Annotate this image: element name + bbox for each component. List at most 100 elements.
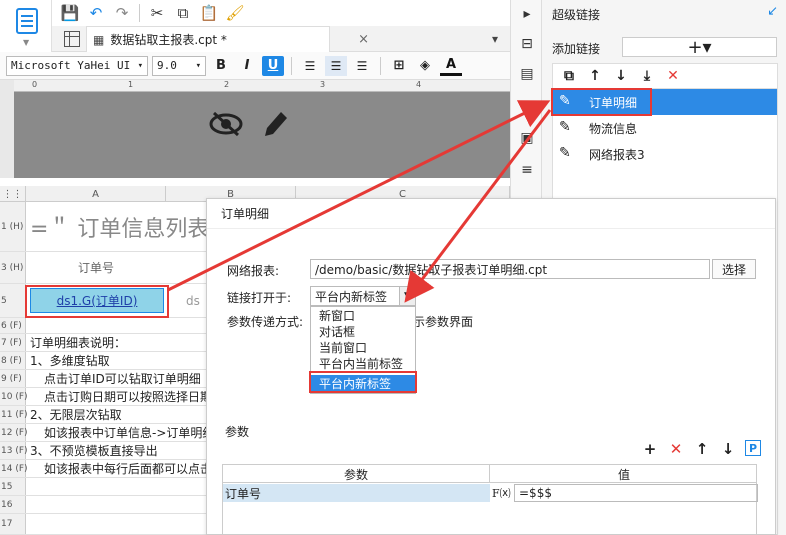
column-header: 参数 (223, 465, 490, 483)
param-name-cell[interactable]: 订单号 (223, 484, 490, 502)
row-number[interactable]: 14 (F) (0, 460, 28, 477)
tab-list-icon[interactable]: ▾ (492, 32, 498, 46)
row-number[interactable]: 8 (F) (0, 352, 26, 369)
cell-element-icon[interactable]: ⊟ (517, 34, 537, 54)
dropdown-option[interactable]: 新窗口 (311, 307, 415, 323)
annotation-box (551, 88, 652, 116)
fill-color-icon[interactable]: ◈ (414, 56, 436, 76)
row-number[interactable]: 17 (0, 514, 26, 534)
row-number[interactable]: 16 (0, 496, 26, 513)
align-left-icon[interactable]: ☰ (299, 56, 321, 76)
toolbar-divider (139, 4, 140, 22)
tab-report-file[interactable]: ▦ 数据钻取主报表.cpt * × (86, 26, 369, 52)
ruler-tick: 4 (416, 80, 422, 89)
dropdown-option[interactable]: 平台内当前标签 (311, 355, 415, 371)
redo-icon[interactable]: ↷ (110, 2, 134, 24)
copy-icon[interactable]: ⧉ (171, 2, 195, 24)
font-color-button[interactable]: A (440, 56, 462, 76)
app-menu-icon[interactable]: ▼ (0, 0, 52, 52)
sheet-cell[interactable]: 如该报表中每行后面都可以点击 (44, 460, 208, 477)
row-number[interactable]: 13 (F) (0, 442, 28, 459)
add-icon[interactable]: + (641, 440, 659, 458)
arrow-up-icon[interactable]: ↑ (693, 440, 711, 458)
align-right-icon[interactable]: ☰ (351, 56, 373, 76)
add-link-button[interactable]: +▾ (622, 37, 777, 58)
column-header: 值 (617, 467, 630, 482)
float-element-icon[interactable]: ⌗ (517, 96, 537, 116)
row-number[interactable]: 1 (H) (0, 202, 26, 251)
open-in-select[interactable]: 平台内新标签 ▼ (310, 286, 416, 306)
save-icon[interactable]: 💾 (58, 2, 82, 24)
paste-icon[interactable]: 📋 (197, 2, 221, 24)
row-number[interactable]: 6 (F) (0, 318, 26, 333)
formula-icon[interactable]: F⒳ (492, 484, 512, 502)
dropdown-option[interactable]: 对话框 (311, 323, 415, 339)
dropdown-option[interactable]: 当前窗口 (311, 339, 415, 355)
eye-hidden-icon[interactable] (208, 110, 244, 140)
bold-button[interactable]: B (210, 56, 232, 76)
font-family-select[interactable]: Microsoft YaHei UI ▾ (6, 55, 148, 76)
sheet-cell[interactable]: 3、不预览模板直接导出 (30, 442, 158, 459)
row-number[interactable]: 9 (F) (0, 370, 26, 387)
sheet-cell[interactable]: 订单号 (26, 252, 166, 283)
row-number[interactable]: 5 (0, 284, 26, 317)
pin-icon[interactable]: ↙ (767, 4, 778, 19)
row-number[interactable]: 15 (0, 478, 26, 495)
format-painter-icon[interactable]: 🖌 (223, 2, 247, 24)
table-row[interactable]: 订单号 F⒳ =$$$ (223, 484, 758, 502)
undo-icon[interactable]: ↶ (84, 2, 108, 24)
arrow-down-icon[interactable]: ↓ (719, 440, 737, 458)
chevron-down-icon: ▾ (137, 60, 143, 71)
sheet-cell[interactable]: 点击订购日期可以按照选择日期 (44, 388, 208, 405)
row-number[interactable]: 11 (F) (0, 406, 28, 423)
font-size-select[interactable]: 9.0 ▾ (152, 55, 206, 76)
toolbar-divider (380, 56, 381, 75)
condition-attribute-icon[interactable]: ≡ (517, 160, 537, 180)
cut-icon[interactable]: ✂ (145, 2, 169, 24)
border-icon[interactable]: ⊞ (388, 56, 410, 76)
collapse-arrow-icon[interactable]: ▸ (517, 4, 537, 24)
sheet-cell[interactable]: 点击订单ID可以钻取订单明细 (44, 370, 208, 387)
choose-button[interactable]: 选择 (712, 259, 756, 279)
sheet-cell[interactable]: 1、多维度钻取 (30, 352, 110, 369)
link-item[interactable]: ✎ 物流信息 (553, 115, 777, 141)
italic-button[interactable]: I (236, 56, 258, 76)
sheet-grid-icon[interactable] (64, 31, 80, 47)
sheet-cell[interactable]: 如该报表中订单信息->订单明细 (44, 424, 208, 441)
sheet-cell[interactable]: 2、无限层次钻取 (30, 406, 122, 423)
arrow-down-icon[interactable]: ↓ (611, 66, 631, 86)
column-header[interactable]: A (26, 186, 166, 202)
sheet-cell[interactable]: 订单明细表说明： (30, 334, 126, 351)
open-in-label: 链接打开于: (227, 291, 292, 305)
params-table-header: 参数 值 (223, 465, 756, 483)
ruler-corner (0, 80, 14, 178)
param-value-input[interactable]: =$$$ (514, 484, 758, 502)
delete-icon[interactable]: ✕ (663, 66, 683, 86)
pencil-icon[interactable] (258, 108, 294, 142)
align-center-icon[interactable]: ☰ (325, 55, 347, 76)
row-number[interactable]: 3 (H) (0, 252, 26, 283)
report-file-icon: ▦ (93, 32, 105, 47)
param-design-canvas[interactable] (14, 92, 510, 178)
report-path-input[interactable]: /demo/basic/数据钻取子报表订单明细.cpt (310, 259, 710, 279)
link-item[interactable]: ✎ 网络报表3 (553, 141, 777, 167)
row-number[interactable]: 7 (F) (0, 334, 26, 351)
params-table: 参数 值 订单号 F⒳ =$$$ (222, 464, 758, 535)
format-toolbar: Microsoft YaHei UI ▾ 9.0 ▾ B I U ☰ ☰ ☰ ⊞… (0, 52, 510, 80)
cell-attribute-icon[interactable]: ▤ (517, 64, 537, 84)
copy-icon[interactable]: ⧉ (559, 66, 579, 86)
underline-button[interactable]: U (262, 55, 284, 76)
tab-title: 数据钻取主报表.cpt * (110, 33, 227, 47)
param-p-icon[interactable]: P (745, 440, 761, 456)
row-number[interactable]: 10 (F) (0, 388, 28, 405)
params-tools: + ✕ ↑ ↓ P (641, 440, 761, 458)
open-in-value: 平台内新标签 (315, 289, 388, 304)
delete-icon[interactable]: ✕ (667, 440, 685, 458)
close-icon[interactable]: × (358, 32, 369, 47)
arrow-up-icon[interactable]: ↑ (585, 66, 605, 86)
move-to-bottom-icon[interactable]: ⤓ (637, 66, 657, 86)
widget-settings-icon[interactable]: ▣ (517, 128, 537, 148)
select-all-corner[interactable]: ⋮⋮ (0, 186, 26, 202)
chevron-down-icon: ▼ (399, 287, 415, 305)
row-number[interactable]: 12 (F) (0, 424, 28, 441)
